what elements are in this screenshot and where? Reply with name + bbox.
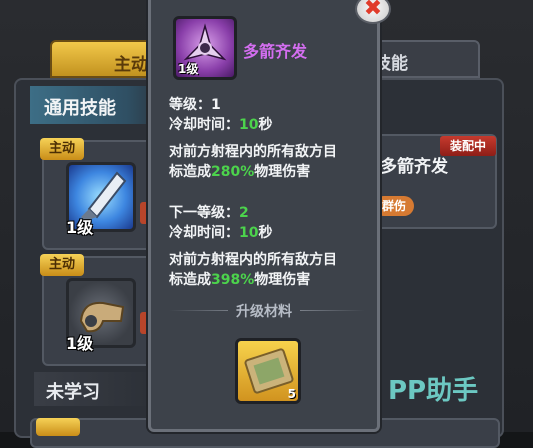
- skill-card[interactable]: 主动 1级: [40, 138, 154, 250]
- skill-level: 1级: [66, 218, 94, 237]
- cooldown-value: 10: [239, 117, 259, 133]
- desc-line-2: 标造成280%物理伤害: [169, 162, 337, 182]
- equipped-badge: 装配中: [440, 136, 496, 156]
- desc-suffix: 物理伤害: [254, 272, 311, 288]
- tab-active[interactable]: 主动: [50, 40, 160, 78]
- upgrade-materials-heading: 升级材料: [151, 301, 377, 321]
- cooldown-unit: 秒: [258, 117, 273, 133]
- cooldown-label: 冷却时间：: [169, 225, 239, 241]
- next-level-value: 2: [239, 205, 249, 221]
- cooldown-value: 10: [239, 225, 259, 241]
- upgrade-materials-label: 升级材料: [228, 304, 300, 320]
- skill-detail-popup: ✖ 1级 多箭齐发 等级：1 冷却时间：10秒 对前方射程内的所有敌方目 标造成…: [148, 0, 391, 432]
- desc-line-1: 对前方射程内的所有敌方目: [169, 252, 337, 268]
- skill-level: 1级: [66, 334, 94, 353]
- material-slot[interactable]: 5: [235, 338, 301, 404]
- desc-line-1: 对前方射程内的所有敌方目: [169, 144, 337, 160]
- cooldown-unit: 秒: [258, 225, 273, 241]
- damage-percent: 280%: [211, 164, 255, 180]
- popup-icon-level: 1级: [178, 62, 199, 76]
- next-description: 对前方射程内的所有敌方目 标造成398%物理伤害: [169, 250, 337, 290]
- next-level-line: 下一等级：2: [169, 202, 249, 222]
- desc-prefix: 标造成: [169, 272, 211, 288]
- tab-active-label: 主动: [114, 55, 148, 75]
- current-description: 对前方射程内的所有敌方目 标造成280%物理伤害: [169, 142, 337, 182]
- level-label: 等级：: [169, 97, 211, 113]
- current-level-line: 等级：1: [169, 94, 221, 114]
- equipped-skill-name: 多箭齐发: [380, 157, 448, 177]
- section-unlearned-label: 未学习: [46, 382, 100, 403]
- current-cooldown-line: 冷却时间：10秒: [169, 114, 272, 134]
- popup-skill-name: 多箭齐发: [243, 42, 308, 61]
- desc-suffix: 物理伤害: [254, 164, 311, 180]
- cooldown-label: 冷却时间：: [169, 117, 239, 133]
- active-tag: 主动: [40, 138, 84, 160]
- skill-card[interactable]: 主动 1级: [40, 254, 154, 366]
- active-tag-partial: [36, 418, 80, 436]
- desc-line-2: 标造成398%物理伤害: [169, 270, 337, 290]
- section-unlearned: 未学习: [34, 372, 154, 406]
- desc-prefix: 标造成: [169, 164, 211, 180]
- watermark: PP助手: [388, 376, 479, 406]
- active-tag: 主动: [40, 254, 84, 276]
- level-value: 1: [211, 97, 221, 113]
- section-general-label: 通用技能: [44, 98, 116, 119]
- shuriken-icon: 1级: [173, 16, 237, 80]
- material-count: 5: [287, 387, 296, 401]
- aoe-badge: 群伤: [374, 196, 414, 216]
- damage-percent: 398%: [211, 272, 255, 288]
- next-level-label: 下一等级：: [169, 205, 239, 221]
- next-cooldown-line: 冷却时间：10秒: [169, 222, 272, 242]
